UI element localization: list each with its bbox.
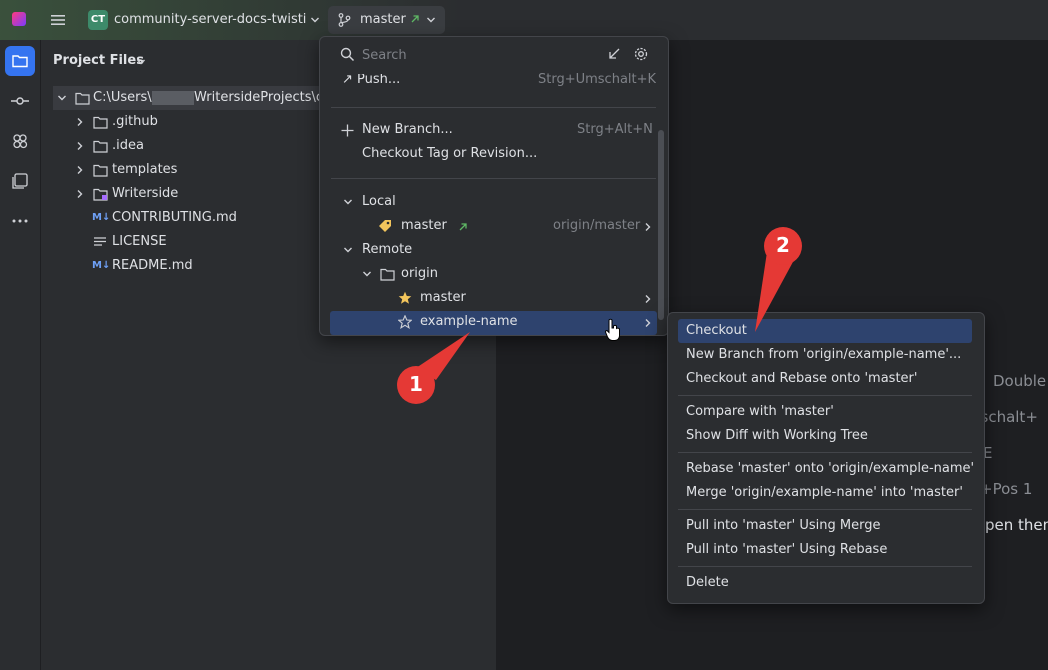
chevron-right-icon[interactable] <box>643 294 653 304</box>
callout-2-number: 2 <box>776 233 790 257</box>
app-logo-icon[interactable] <box>12 12 26 26</box>
chevron-down-icon[interactable] <box>57 93 67 103</box>
show-diff-menu-item[interactable]: Show Diff with Working Tree <box>686 428 868 443</box>
checkout-tag-item[interactable]: Checkout Tag or Revision... <box>362 146 537 161</box>
popup-scrollbar[interactable] <box>658 130 664 320</box>
chevron-down-icon[interactable] <box>426 13 436 27</box>
folder-icon <box>93 140 108 153</box>
callout-1-number: 1 <box>409 372 423 396</box>
chevron-right-icon[interactable] <box>75 117 85 127</box>
markdown-file-icon: M↓ <box>92 212 111 223</box>
checkout-rebase-menu-item[interactable]: Checkout and Rebase onto 'master' <box>686 371 917 386</box>
writerside-folder-icon <box>93 188 108 201</box>
editor-hint: +Pos 1 <box>980 480 1033 498</box>
tree-item[interactable]: templates <box>112 158 177 182</box>
tree-item[interactable]: README.md <box>112 254 193 278</box>
remote-group[interactable]: origin <box>401 266 438 281</box>
star-outline-icon <box>398 315 412 329</box>
chevron-right-icon[interactable] <box>643 318 653 328</box>
remote-header[interactable]: Remote <box>362 242 412 257</box>
separator <box>678 452 972 453</box>
chevron-right-icon[interactable] <box>75 141 85 151</box>
chevron-right-icon[interactable] <box>75 189 85 199</box>
root-path-prefix: C:\Users\ <box>93 90 152 105</box>
folder-icon <box>380 268 395 281</box>
chevron-right-icon[interactable] <box>75 165 85 175</box>
new-branch-from-menu-item[interactable]: New Branch from 'origin/example-name'... <box>686 347 961 362</box>
hamburger-menu-icon[interactable] <box>50 12 66 28</box>
redacted-username <box>152 91 194 105</box>
compare-menu-item[interactable]: Compare with 'master' <box>686 404 834 419</box>
tree-root[interactable]: C:\Users\ <box>93 86 152 110</box>
delete-menu-item[interactable]: Delete <box>686 575 729 590</box>
new-branch-shortcut: Strg+Alt+N <box>577 122 653 137</box>
current-branch-label: master <box>360 12 406 27</box>
chevron-down-icon[interactable] <box>136 56 146 68</box>
separator <box>331 178 656 179</box>
folder-icon <box>93 116 108 129</box>
rebase-menu-item[interactable]: Rebase 'master' onto 'origin/example-nam… <box>686 461 974 476</box>
chevron-down-icon[interactable] <box>343 245 353 255</box>
tag-icon <box>379 220 391 232</box>
tree-item[interactable]: Writerside <box>112 182 178 206</box>
editor-hint: Double <box>993 372 1047 390</box>
editor-hint: pen them <box>985 516 1048 534</box>
new-branch-item[interactable]: New Branch... <box>362 122 453 137</box>
callout-1-marker <box>397 332 470 404</box>
checkout-menu-item[interactable]: Checkout <box>686 323 747 338</box>
push-item[interactable]: ↗ Push... <box>342 74 400 88</box>
tree-item[interactable]: .idea <box>112 134 144 158</box>
outgoing-arrow-icon <box>411 15 419 23</box>
folder-icon <box>93 164 108 177</box>
layers-icon[interactable] <box>11 172 29 190</box>
separator <box>678 395 972 396</box>
folder-icon <box>75 92 90 105</box>
hand-cursor-icon <box>604 318 620 341</box>
separator <box>331 107 656 108</box>
markdown-file-icon: M↓ <box>92 260 111 271</box>
separator <box>678 509 972 510</box>
star-filled-icon <box>398 291 412 304</box>
search-icon <box>340 47 355 62</box>
gear-icon[interactable] <box>633 46 649 62</box>
git-branch-icon <box>338 13 351 27</box>
local-branch-name[interactable]: master <box>401 218 447 233</box>
push-shortcut: Strg+Umschalt+K <box>538 72 657 87</box>
plus-icon <box>341 124 354 137</box>
tree-item[interactable]: .github <box>112 110 158 134</box>
project-badge[interactable]: CT <box>88 10 108 30</box>
tracking-branch: origin/master <box>553 218 641 233</box>
merge-menu-item[interactable]: Merge 'origin/example-name' into 'master… <box>686 485 963 500</box>
pull-merge-menu-item[interactable]: Pull into 'master' Using Merge <box>686 518 880 533</box>
tree-item[interactable]: LICENSE <box>112 230 167 254</box>
collapse-icon[interactable] <box>607 47 621 61</box>
text-file-icon <box>94 237 106 246</box>
root-path-suffix: WritersideProjects\c <box>194 90 324 105</box>
local-header[interactable]: Local <box>362 194 396 209</box>
project-name[interactable]: community-server-docs-twisti <box>114 12 306 27</box>
separator <box>678 566 972 567</box>
push-label: Push... <box>357 74 401 87</box>
commit-icon[interactable] <box>11 92 29 110</box>
pull-rebase-menu-item[interactable]: Pull into 'master' Using Rebase <box>686 542 887 557</box>
chevron-down-icon[interactable] <box>343 197 353 207</box>
remote-branch-selected[interactable]: example-name <box>420 314 518 329</box>
structure-icon[interactable] <box>11 132 29 150</box>
chevron-down-icon[interactable] <box>310 13 320 27</box>
outgoing-arrow-icon <box>459 223 467 231</box>
chevron-down-icon[interactable] <box>362 269 372 279</box>
folder-icon[interactable] <box>11 52 29 70</box>
branch-search-input[interactable] <box>362 44 592 66</box>
chevron-right-icon[interactable] <box>643 222 653 232</box>
panel-title[interactable]: Project Files <box>53 53 144 68</box>
remote-branch[interactable]: master <box>420 290 466 305</box>
tree-item[interactable]: CONTRIBUTING.md <box>112 206 237 230</box>
more-icon[interactable] <box>11 212 29 230</box>
